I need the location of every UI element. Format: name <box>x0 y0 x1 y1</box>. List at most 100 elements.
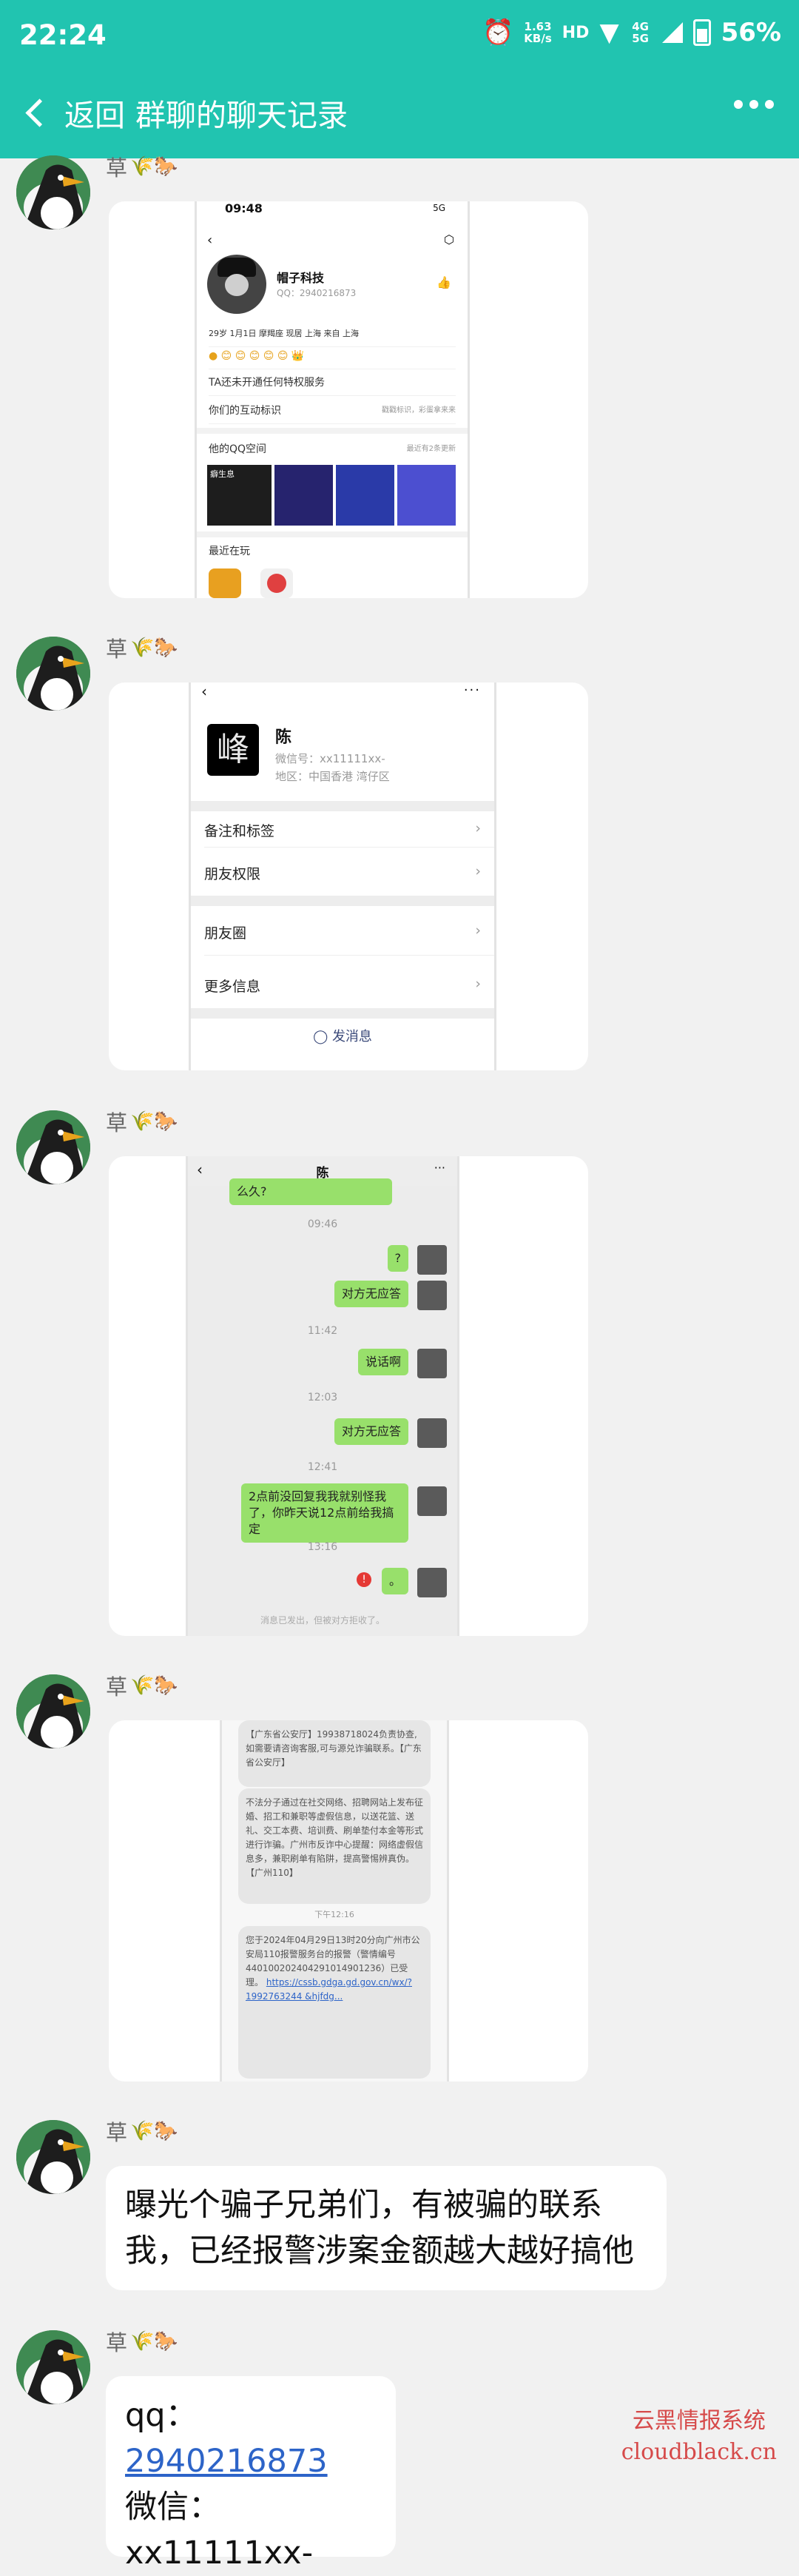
sender-name: 草 🌾🐎 <box>106 1110 178 1136</box>
self-avatar <box>417 1281 447 1310</box>
self-avatar <box>417 1245 447 1275</box>
sender-name: 草 🌾🐎 <box>106 155 178 181</box>
wheat-horse-icon: 🌾🐎 <box>130 1674 178 1697</box>
chat-bubble: 2点前没回复我我就别怪我了，你昨天说12点前给我搞定 <box>241 1483 408 1543</box>
image-message[interactable]: ‹ ··· 峰 陈 微信号：xx11111xx- 地区：中国香港 湾仔区 备注和… <box>109 682 588 1070</box>
more-dot-icon <box>734 100 743 109</box>
like-icon[interactable]: 👍 <box>436 275 451 289</box>
chat-bubble: 对方无应答 <box>334 1418 408 1445</box>
send-failed-icon[interactable]: ! <box>357 1572 371 1587</box>
text-message[interactable]: qq：2940216873 微信：xx11111xx- <box>106 2376 396 2572</box>
sms-screenshot: 【广东省公安厅】19938718024负责协查,如需要请咨询客服,可与源兑诈骗联… <box>220 1720 449 2082</box>
more-icon: ··· <box>434 1161 445 1175</box>
profile-qq: QQ：2940216873 <box>277 288 357 298</box>
avatar[interactable] <box>16 1674 90 1748</box>
wheat-horse-icon: 🌾🐎 <box>130 2120 178 2142</box>
app-header: 22:24 ⏰ 1.63 KB/s HD ▼ 4G 5G 56% 返回 群聊的聊… <box>0 0 799 158</box>
playing-row[interactable]: 最近在玩 <box>209 539 456 564</box>
status-icons: ⏰ 1.63 KB/s HD ▼ 4G 5G 56% <box>482 18 781 47</box>
sms-time: 下午12:16 <box>314 1910 354 1919</box>
qq-number-link[interactable]: 2940216873 <box>125 2443 328 2480</box>
self-avatar <box>417 1486 447 1516</box>
chevron-left-icon: ‹ <box>201 682 207 700</box>
more-dot-icon <box>749 100 758 109</box>
profile-avatar: 峰 <box>207 724 259 776</box>
sms-message: 【广东省公安厅】19938718024负责协查,如需要请咨询客服,可与源兑诈骗联… <box>238 1720 431 1787</box>
watermark: 云黑情报系统 cloudblack.cn <box>621 2408 777 2465</box>
chevron-left-icon <box>25 98 54 127</box>
more-menu-button[interactable] <box>734 100 774 109</box>
interaction-row[interactable]: 你们的互动标识 戳戳标识，彩蛋拿来来 <box>209 398 456 424</box>
network-type: 4G 5G <box>632 20 649 45</box>
text-message[interactable]: 曝光个骗子兄弟们，有被骗的联系 我，已经报警涉案金额越大越好搞他 <box>106 2166 667 2290</box>
net-speed: 1.63 KB/s <box>524 20 552 45</box>
avatar[interactable] <box>16 2120 90 2194</box>
chat-timestamp: 12:41 <box>307 1461 338 1473</box>
thumbnail <box>274 465 333 526</box>
thumbnail: 癖生息 <box>207 465 272 526</box>
chat-screenshot: ‹ 陈 ··· 么久? 09:46? 对方无应答 11:42 说话啊 12:03 对方无应… <box>186 1156 459 1636</box>
remark-tags-row[interactable]: 备注和标签 › <box>204 820 481 840</box>
wheat-horse-icon: 🌾🐎 <box>130 2330 178 2352</box>
profile-name: 陈 <box>275 728 292 747</box>
privilege-row[interactable]: TA还未开通任何特权服务 <box>209 370 456 396</box>
image-message[interactable]: 【广东省公安厅】19938718024负责协查,如需要请咨询客服,可与源兑诈骗联… <box>109 1720 588 2082</box>
qzone-thumbnails[interactable]: 癖生息 <box>207 465 456 526</box>
chat-bubble: 么久? <box>229 1178 392 1205</box>
chat-bubble: 对方无应答 <box>334 1281 408 1307</box>
avatar[interactable] <box>16 155 90 229</box>
sms-link[interactable]: https://cssb.gdga.gd.gov.cn/wx/?19927632… <box>246 1977 412 2002</box>
self-avatar <box>417 1418 447 1448</box>
sms-message: 不法分子通过在社交网络、招聘网站上发布征婚、招工和兼职等虚假信息，以送花篮、送礼… <box>238 1788 431 1904</box>
sms-message: 您于2024年04月29日13时20分向广州市公安局110报警服务台的报警（警情… <box>238 1926 431 2079</box>
screenshot-signal: 5G <box>433 203 445 213</box>
thumbnail <box>397 465 456 526</box>
chat-bubble: ? <box>387 1245 408 1272</box>
hd-icon: HD <box>562 23 590 42</box>
chat-timestamp: 12:03 <box>307 1392 338 1403</box>
screenshot-time: 09:48 <box>225 201 263 215</box>
wechat-id: 微信号：xx11111xx- <box>275 752 385 765</box>
chat-timestamp: 09:46 <box>307 1218 338 1230</box>
shield-icon: ⬡ <box>444 232 454 246</box>
more-info-row[interactable]: 更多信息 › <box>204 976 481 996</box>
chat-timestamp: 13:16 <box>307 1541 338 1553</box>
more-dot-icon <box>765 100 774 109</box>
rejected-notice: 消息已发出，但被对方拒收了。 <box>260 1615 385 1626</box>
thumbnail <box>336 465 394 526</box>
game-icon[interactable] <box>209 568 241 598</box>
self-avatar <box>417 1568 447 1597</box>
qzone-row[interactable]: 他的QQ空间 最近有2条更新 <box>209 437 456 462</box>
wheat-horse-icon: 🌾🐎 <box>130 1110 178 1133</box>
chevron-left-icon: ‹ <box>207 232 213 248</box>
battery-icon <box>692 19 711 46</box>
chat-bubble: 。 <box>381 1568 408 1594</box>
sender-name: 草 🌾🐎 <box>106 2330 178 2355</box>
region: 地区：中国香港 湾仔区 <box>275 770 390 783</box>
avatar[interactable] <box>16 1110 90 1184</box>
level-badges: ● 😊 😊 😊 😊 😊 👑 <box>209 343 456 369</box>
wechat-profile-screenshot: ‹ ··· 峰 陈 微信号：xx11111xx- 地区：中国香港 湾仔区 备注和… <box>189 682 496 1070</box>
self-avatar <box>417 1349 447 1378</box>
sender-name: 草 🌾🐎 <box>106 2120 178 2145</box>
page-title: 群聊的聊天记录 <box>135 98 348 133</box>
sender-name: 草 🌾🐎 <box>106 1674 178 1700</box>
sender-name: 草 🌾🐎 <box>106 637 178 662</box>
chat-icon: ◯ <box>313 1029 332 1044</box>
game-icon[interactable] <box>260 568 293 598</box>
avatar[interactable] <box>16 2330 90 2404</box>
send-message-button[interactable]: ◯ 发消息 <box>191 1026 494 1045</box>
signal-icon <box>661 22 683 43</box>
chat-bubble: 说话啊 <box>357 1349 408 1375</box>
profile-avatar <box>207 255 266 314</box>
profile-name: 帽子科技 <box>277 271 325 285</box>
image-message[interactable]: ‹ 陈 ··· 么久? 09:46? 对方无应答 11:42 说话啊 12:03 对方无应… <box>109 1156 588 1636</box>
friend-permission-row[interactable]: 朋友权限 › <box>204 863 481 883</box>
image-message[interactable]: 09:48 5G ‹ ⬡ 帽子科技 QQ：2940216873 👍 29岁 1月… <box>109 201 588 598</box>
wheat-horse-icon: 🌾🐎 <box>130 637 178 659</box>
back-label: 返回 <box>64 98 125 133</box>
back-button[interactable]: 返回 群聊的聊天记录 <box>24 90 348 135</box>
avatar[interactable] <box>16 637 90 711</box>
chat-timestamp: 11:42 <box>307 1325 338 1337</box>
moments-row[interactable]: 朋友圈 › <box>204 922 481 942</box>
